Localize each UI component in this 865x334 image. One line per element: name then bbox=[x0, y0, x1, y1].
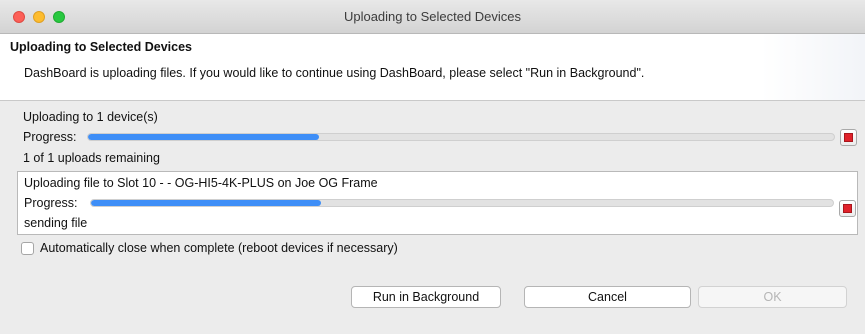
overall-progress-bar bbox=[87, 133, 835, 141]
uploads-remaining-text: 1 of 1 uploads remaining bbox=[23, 151, 160, 165]
auto-close-checkbox[interactable] bbox=[21, 242, 34, 255]
banner-message: DashBoard is uploading files. If you wou… bbox=[24, 66, 645, 80]
file-progress-fill bbox=[91, 200, 322, 206]
banner-title: Uploading to Selected Devices bbox=[10, 40, 192, 54]
stop-file-button[interactable] bbox=[839, 200, 856, 217]
ok-button[interactable]: OK bbox=[698, 286, 847, 308]
overall-heading: Uploading to 1 device(s) bbox=[23, 110, 158, 124]
stop-icon bbox=[843, 204, 852, 213]
file-upload-item: Uploading file to Slot 10 - - OG-HI5-4K-… bbox=[17, 171, 858, 235]
header-banner: Uploading to Selected Devices DashBoard … bbox=[0, 34, 865, 101]
window-title: Uploading to Selected Devices bbox=[343, 9, 522, 24]
auto-close-label[interactable]: Automatically close when complete (reboo… bbox=[40, 241, 398, 255]
file-status-text: sending file bbox=[24, 216, 88, 230]
upload-dialog-window: Uploading to Selected Devices Uploading … bbox=[0, 0, 865, 334]
overall-progress-fill bbox=[88, 134, 320, 140]
title-bar[interactable]: Uploading to Selected Devices bbox=[0, 0, 865, 34]
stop-overall-button[interactable] bbox=[840, 129, 857, 146]
stop-icon bbox=[844, 133, 853, 142]
overall-progress-label: Progress: bbox=[23, 130, 77, 144]
run-in-background-button[interactable]: Run in Background bbox=[351, 286, 501, 308]
cancel-button[interactable]: Cancel bbox=[524, 286, 691, 308]
file-upload-title: Uploading file to Slot 10 - - OG-HI5-4K-… bbox=[24, 176, 378, 190]
file-progress-label: Progress: bbox=[24, 196, 78, 210]
file-progress-bar bbox=[90, 199, 834, 207]
